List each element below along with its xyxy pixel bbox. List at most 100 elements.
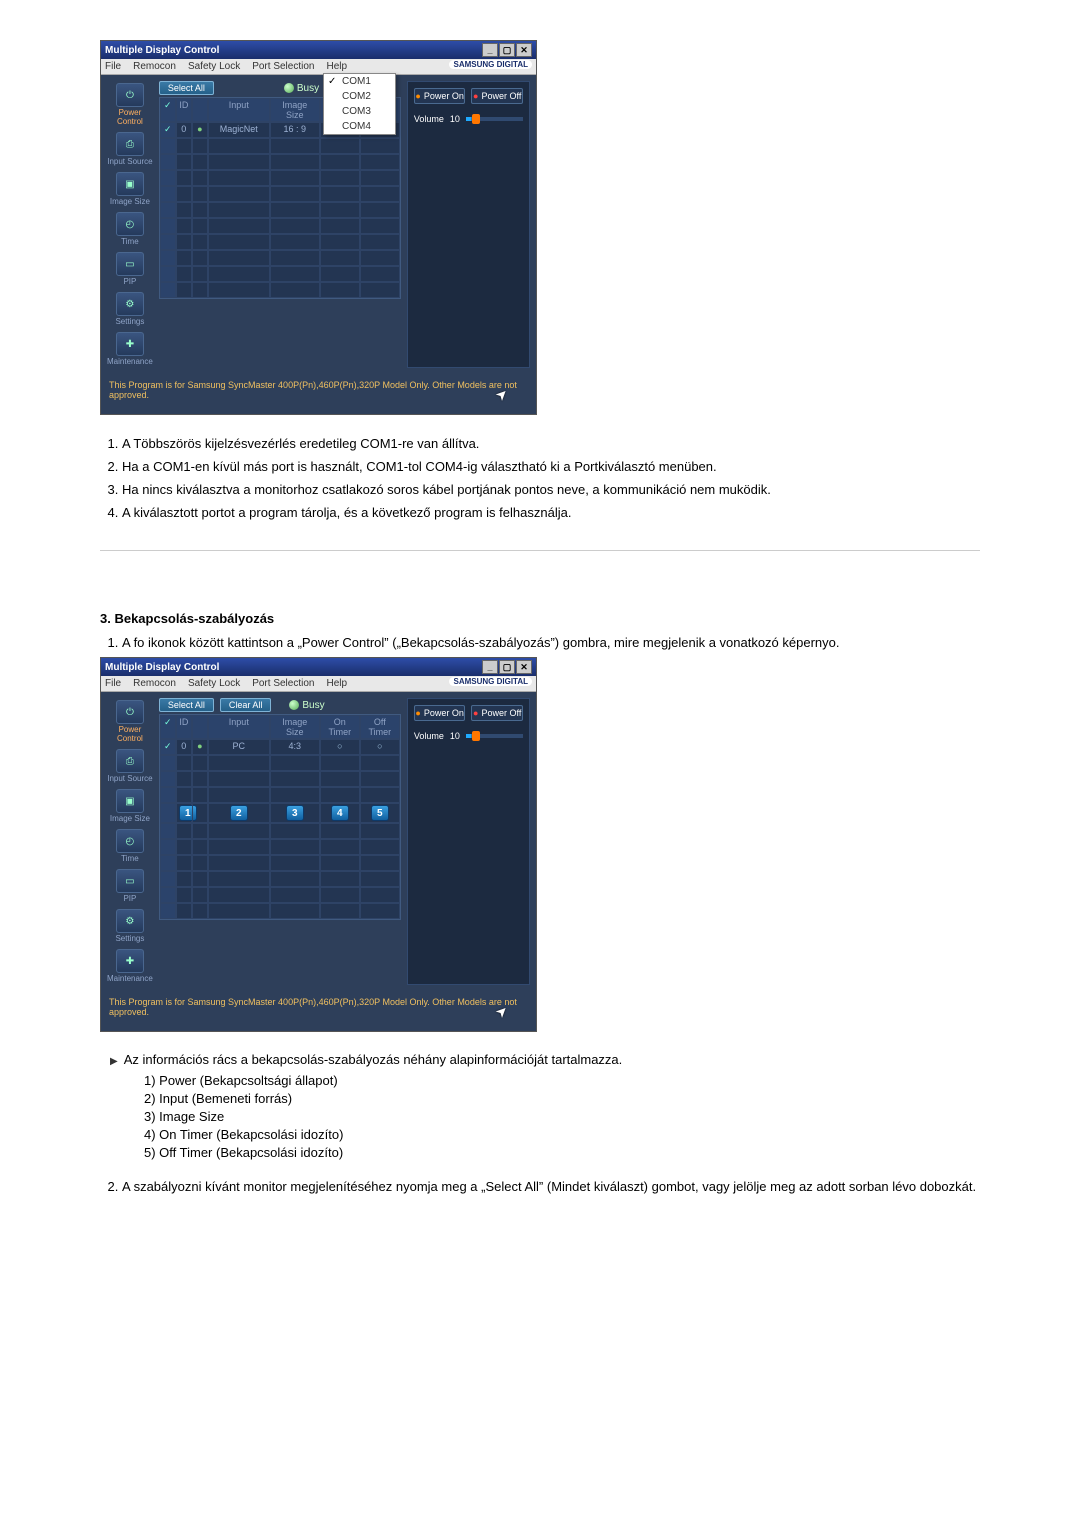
- col-check[interactable]: [160, 98, 176, 122]
- maximize-button[interactable]: ▢: [499, 43, 515, 57]
- menu-file[interactable]: File: [105, 61, 121, 72]
- empty-cell: [320, 903, 360, 919]
- empty-cell: [320, 755, 360, 771]
- select-all-button[interactable]: Select All: [159, 698, 214, 712]
- empty-cell: [192, 787, 208, 803]
- empty-cell: [160, 282, 176, 298]
- center-pane: Select All Clear All Busy ID Input Image…: [159, 698, 401, 985]
- empty-cell: [360, 170, 400, 186]
- sidebar-item-image-size[interactable]: ▣Image Size: [107, 170, 153, 208]
- close-button[interactable]: ✕: [516, 660, 532, 674]
- empty-cell: [160, 787, 176, 803]
- row-check[interactable]: [160, 739, 176, 755]
- port-option-com3[interactable]: COM3: [324, 104, 395, 119]
- empty-cell: [160, 138, 176, 154]
- col-id: ID: [176, 715, 192, 739]
- sidebar-item-pip[interactable]: ▭PIP: [107, 250, 153, 288]
- sidebar-item-label: Power Control: [117, 108, 143, 126]
- badge-5: 5: [371, 805, 389, 821]
- sidebar-item-input[interactable]: ⎙Input Source: [107, 130, 153, 168]
- select-all-button[interactable]: Select All: [159, 81, 214, 95]
- menu-port-selection[interactable]: Port Selection: [252, 678, 314, 689]
- minimize-button[interactable]: _: [482, 43, 498, 57]
- volume-thumb[interactable]: [472, 731, 480, 741]
- volume-slider[interactable]: [466, 117, 523, 121]
- menu-safety-lock[interactable]: Safety Lock: [188, 61, 240, 72]
- power-on-button[interactable]: Power On: [414, 88, 466, 104]
- port-option-com4[interactable]: COM4: [324, 119, 395, 134]
- empty-cell: [160, 903, 176, 919]
- sub-numbered-list: 1) Power (Bekapcsoltsági állapot) 2) Inp…: [144, 1073, 980, 1160]
- sub-item: 4) On Timer (Bekapcsolási idozíto): [144, 1127, 980, 1142]
- empty-cell: [160, 154, 176, 170]
- empty-cell: [160, 887, 176, 903]
- port-option-com1[interactable]: COM1: [324, 74, 395, 89]
- empty-cell: [192, 871, 208, 887]
- sidebar-item-label: Time: [121, 854, 138, 863]
- sidebar-item-power[interactable]: ⏻Power Control: [107, 81, 153, 128]
- sidebar-item-time[interactable]: ◴Time: [107, 827, 153, 865]
- menu-safety-lock[interactable]: Safety Lock: [188, 678, 240, 689]
- sidebar-item-maintenance[interactable]: ✚Maintenance: [107, 330, 153, 368]
- image-size-icon: ▣: [116, 172, 144, 196]
- empty-cell: [320, 887, 360, 903]
- menu-file[interactable]: File: [105, 678, 121, 689]
- menu-remocon[interactable]: Remocon: [133, 61, 176, 72]
- power-on-button[interactable]: Power On: [414, 705, 466, 721]
- sidebar-item-power[interactable]: ⏻Power Control: [107, 698, 153, 745]
- menu-help[interactable]: Help: [326, 678, 347, 689]
- port-option-com2[interactable]: COM2: [324, 89, 395, 104]
- empty-cell: [160, 803, 176, 823]
- empty-cell: [270, 871, 320, 887]
- menu-remocon[interactable]: Remocon: [133, 678, 176, 689]
- empty-cell: [192, 282, 208, 298]
- menu-help[interactable]: Help: [326, 61, 347, 72]
- empty-cell: [320, 839, 360, 855]
- busy-label: Busy: [297, 83, 319, 94]
- empty-cell: [360, 250, 400, 266]
- titlebar: Multiple Display Control _ ▢ ✕: [101, 658, 536, 676]
- sidebar-item-input[interactable]: ⎙Input Source: [107, 747, 153, 785]
- toolbar: Select All Clear All Busy: [159, 698, 401, 712]
- volume-slider[interactable]: [466, 734, 523, 738]
- sidebar-item-label: Input Source: [107, 774, 152, 783]
- busy-dot-icon: [284, 83, 294, 93]
- empty-cell: [176, 787, 192, 803]
- sidebar-item-image-size[interactable]: ▣Image Size: [107, 787, 153, 825]
- empty-cell: [320, 170, 360, 186]
- power-off-button[interactable]: Power Off: [471, 705, 523, 721]
- empty-cell: [176, 154, 192, 170]
- empty-cell: [270, 823, 320, 839]
- maximize-button[interactable]: ▢: [499, 660, 515, 674]
- power-off-button[interactable]: Power Off: [471, 88, 523, 104]
- menu-port-selection[interactable]: Port Selection: [252, 61, 314, 72]
- empty-cell: [320, 266, 360, 282]
- empty-cell: [360, 138, 400, 154]
- minimize-button[interactable]: _: [482, 660, 498, 674]
- row-check[interactable]: [160, 122, 176, 138]
- close-button[interactable]: ✕: [516, 43, 532, 57]
- empty-cell: [270, 234, 320, 250]
- empty-cell: [176, 855, 192, 871]
- sidebar-item-pip[interactable]: ▭PIP: [107, 867, 153, 905]
- footer-text: This Program is for Samsung SyncMaster 4…: [109, 380, 517, 400]
- port-dropdown: COM1 COM2 COM3 COM4: [323, 73, 396, 135]
- sidebar-item-time[interactable]: ◴Time: [107, 210, 153, 248]
- empty-cell: [192, 170, 208, 186]
- badge-3-cell: 3: [270, 803, 320, 823]
- cell-off-timer: [360, 739, 400, 755]
- volume-thumb[interactable]: [472, 114, 480, 124]
- empty-cell: [360, 234, 400, 250]
- pip-icon: ▭: [116, 869, 144, 893]
- empty-cell: [270, 855, 320, 871]
- sidebar-item-label: Time: [121, 237, 138, 246]
- sidebar-item-maintenance[interactable]: ✚Maintenance: [107, 947, 153, 985]
- sidebar-item-settings[interactable]: ⚙Settings: [107, 290, 153, 328]
- empty-cell: [270, 839, 320, 855]
- clear-all-button[interactable]: Clear All: [220, 698, 272, 712]
- col-check[interactable]: [160, 715, 176, 739]
- sidebar-item-settings[interactable]: ⚙Settings: [107, 907, 153, 945]
- sidebar-item-label: Image Size: [110, 814, 150, 823]
- volume-value: 10: [450, 731, 460, 741]
- empty-cell: [176, 266, 192, 282]
